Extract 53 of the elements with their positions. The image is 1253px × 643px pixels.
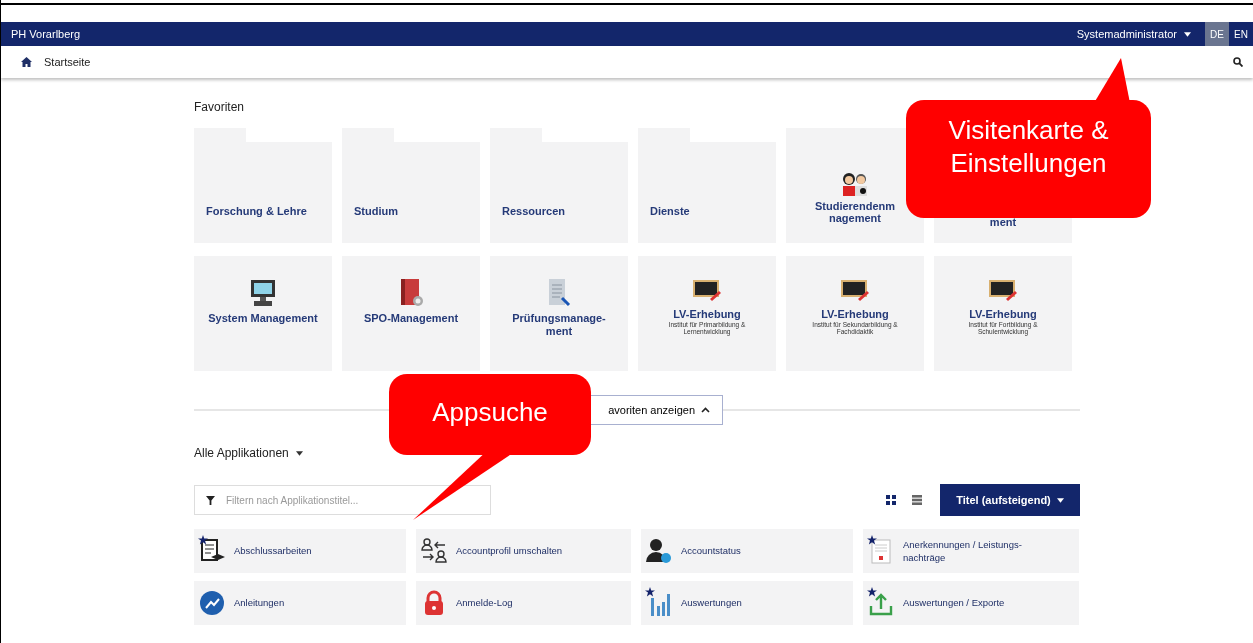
user-status-icon <box>646 538 672 564</box>
user-menu[interactable]: Systemadministrator <box>1062 22 1205 46</box>
application-name: Auswertungen / Exporte <box>903 596 1005 610</box>
application-name: Accountstatus <box>681 544 741 558</box>
application-name: Anmelde-Log <box>456 596 513 610</box>
app-tile[interactable]: Prüfungsmanage-ment <box>490 256 628 371</box>
section-heading: Favoriten <box>194 100 246 116</box>
application-name: Abschlussarbeiten <box>234 544 312 558</box>
application-item[interactable]: Anmelde-Log <box>416 581 631 625</box>
app-tile[interactable]: System Management <box>194 256 332 371</box>
caret-icon <box>1056 497 1064 503</box>
annotation-tooltip: Visitenkarte & Einstellungen <box>906 58 1151 218</box>
brand-name[interactable]: PH Vorarlberg <box>1 28 81 40</box>
padlock-icon <box>423 590 445 616</box>
caret-icon <box>1184 31 1191 37</box>
app-tile[interactable]: Studium <box>342 128 480 243</box>
filter-field[interactable]: Filtern nach Applikationstitel... <box>194 485 491 515</box>
application-name: Anerkennungen / Leistungs-nachträge <box>903 537 1023 565</box>
chalkboard-icon <box>691 278 723 304</box>
chevron-up-icon <box>701 407 710 413</box>
application-item[interactable]: Accountstatus <box>641 529 853 573</box>
chalkboard-icon <box>839 278 871 304</box>
annotation-tooltip: Appsuche <box>389 374 591 520</box>
application-item[interactable]: Anerkennungen / Leistungs-nachträge <box>863 529 1079 573</box>
app-tile[interactable]: Dienste <box>638 128 776 243</box>
chalkboard-icon <box>987 278 1019 304</box>
caret-icon <box>295 450 303 456</box>
application-name: Accountprofil umschalten <box>456 544 563 558</box>
filter-icon <box>206 496 215 505</box>
application-name: Auswertungen <box>681 596 742 610</box>
app-tile[interactable]: Studierendenm nagement <box>786 128 924 243</box>
application-item[interactable]: Abschlussarbeiten <box>194 529 406 573</box>
grid-view-icon[interactable] <box>886 495 896 505</box>
application-item[interactable]: Anleitungen <box>194 581 406 625</box>
search-icon[interactable] <box>1233 57 1243 67</box>
switch-users-icon <box>421 538 447 564</box>
document-icon <box>546 278 572 308</box>
language-button[interactable]: DE <box>1205 22 1229 46</box>
application-item[interactable]: Auswertungen <box>641 581 853 625</box>
application-item[interactable]: Accountprofil umschalten <box>416 529 631 573</box>
applications-dropdown[interactable]: Alle Applikationen <box>194 446 303 460</box>
certificate-icon <box>868 538 894 564</box>
application-item[interactable]: Auswertungen / Exporte <box>863 581 1079 625</box>
list-view-icon[interactable] <box>912 495 922 505</box>
computer-icon <box>248 278 278 308</box>
breadcrumb-link[interactable]: Startseite <box>44 56 91 68</box>
app-tile[interactable]: SPO-Management <box>342 256 480 371</box>
people-icon <box>841 171 869 196</box>
app-tile[interactable]: Ressourcen <box>490 128 628 243</box>
application-name: Anleitungen <box>234 596 285 610</box>
app-tile[interactable]: Forschung & Lehre <box>194 128 332 243</box>
home-icon[interactable] <box>21 57 32 67</box>
sort-dropdown[interactable]: Titel (aufsteigend) <box>940 484 1080 516</box>
